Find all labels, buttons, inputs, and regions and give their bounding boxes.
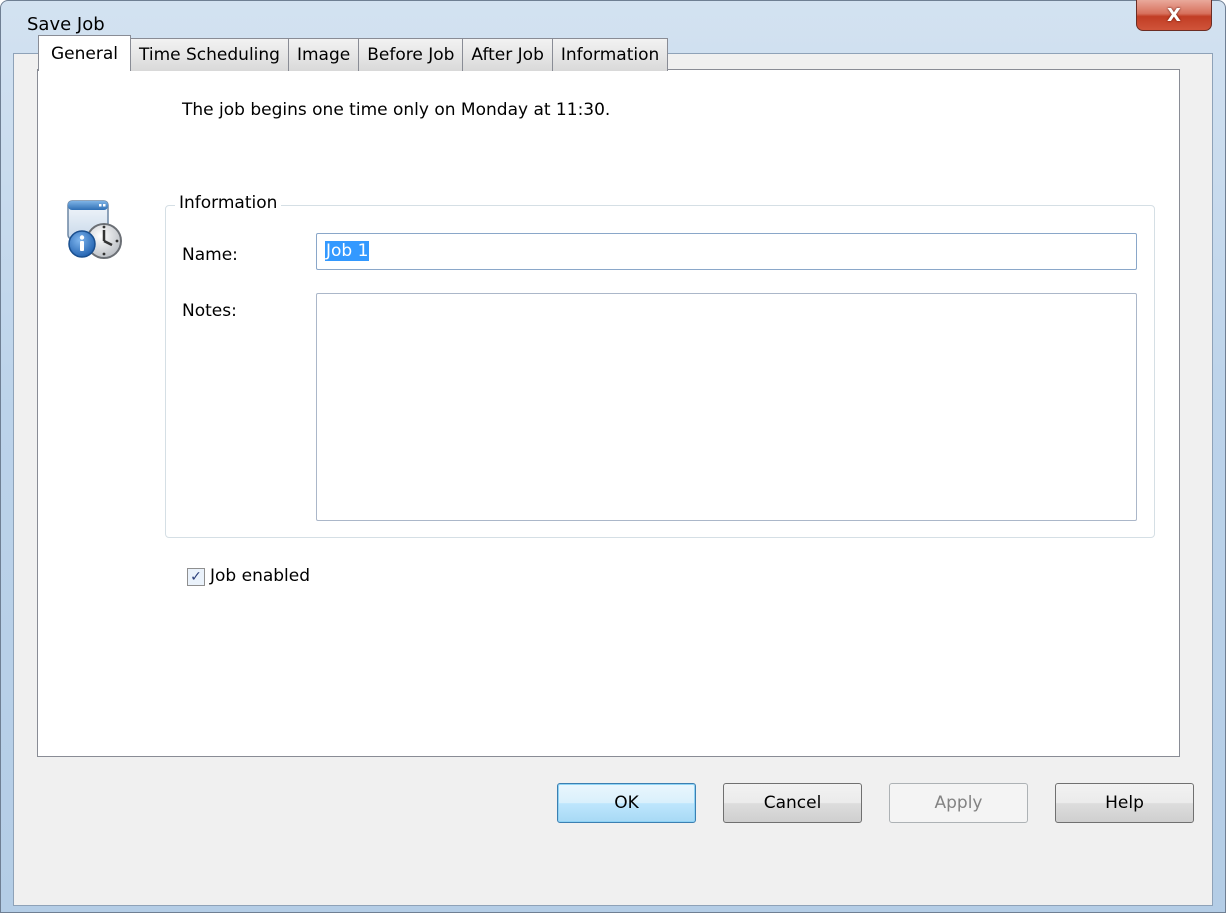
window-title: Save Job <box>27 14 105 35</box>
notes-textarea[interactable] <box>316 293 1137 521</box>
name-label: Name: <box>182 245 238 265</box>
notes-label: Notes: <box>182 301 237 321</box>
tab-time-scheduling[interactable]: Time Scheduling <box>131 38 289 71</box>
job-enabled-label[interactable]: Job enabled <box>210 566 310 586</box>
apply-button[interactable]: Apply <box>889 783 1028 823</box>
close-button[interactable]: X <box>1136 0 1212 31</box>
tab-after-job[interactable]: After Job <box>463 38 553 71</box>
name-input[interactable]: Job 1 <box>316 233 1137 270</box>
cancel-button[interactable]: Cancel <box>723 783 862 823</box>
close-icon: X <box>1167 4 1181 26</box>
schedule-summary-text: The job begins one time only on Monday a… <box>182 100 611 120</box>
help-button[interactable]: Help <box>1055 783 1194 823</box>
information-group-title: Information <box>175 193 282 213</box>
job-info-clock-icon <box>67 200 122 259</box>
ok-button[interactable]: OK <box>557 783 696 823</box>
checkmark-icon: ✓ <box>190 569 202 585</box>
tab-before-job[interactable]: Before Job <box>359 38 464 71</box>
tab-image[interactable]: Image <box>288 38 360 71</box>
tab-strip: General Time Scheduling Image Before Job… <box>38 35 669 71</box>
job-enabled-checkbox[interactable]: ✓ <box>187 568 205 586</box>
tab-information[interactable]: Information <box>552 38 669 71</box>
name-input-value: Job 1 <box>325 241 370 261</box>
tab-general[interactable]: General <box>38 35 131 71</box>
